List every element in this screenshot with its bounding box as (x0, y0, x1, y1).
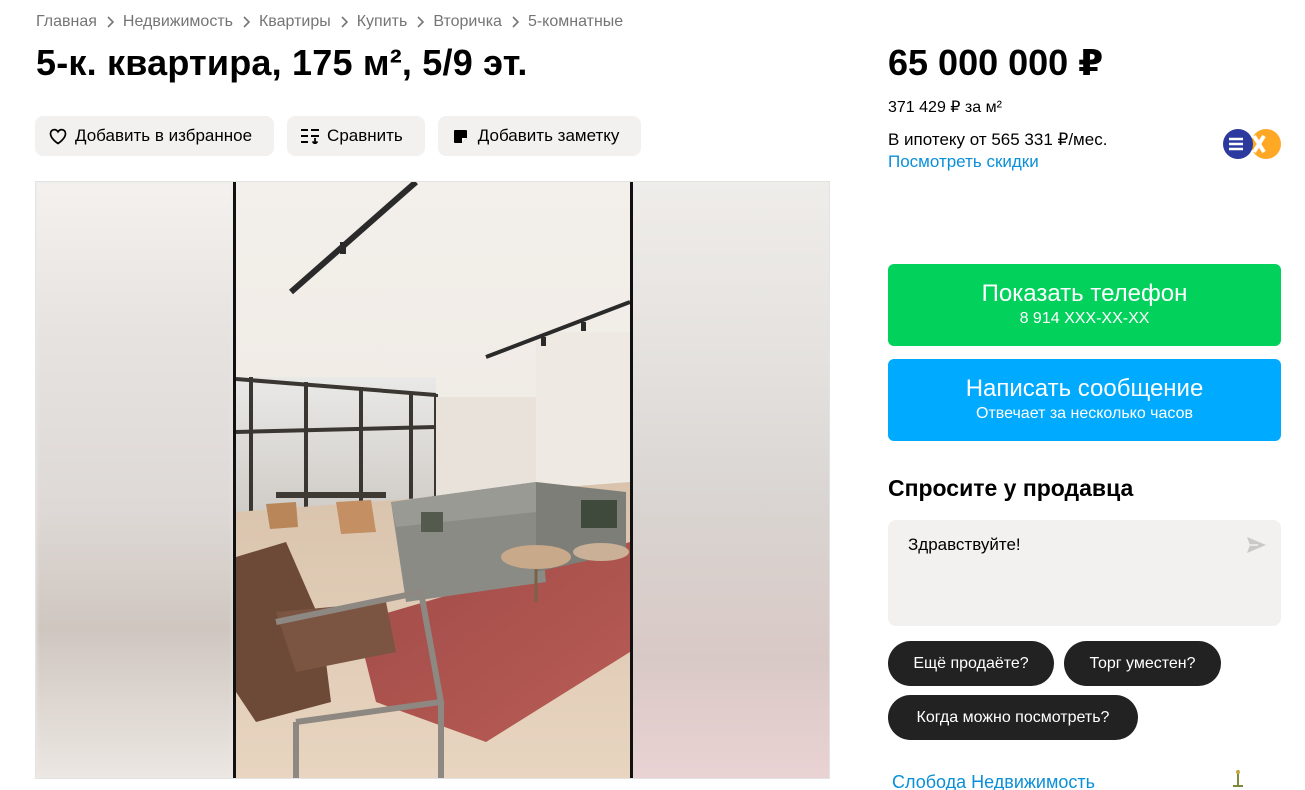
add-favorite-label: Добавить в избранное (75, 126, 253, 145)
listing-actions: Добавить в избранное Сравнить Добавить з… (35, 116, 642, 156)
add-note-label: Добавить заметку (477, 126, 620, 145)
write-message-label: Написать сообщение (965, 375, 1204, 402)
page-title: 5-к. квартира, 175 м², 5/9 эт. (36, 42, 528, 83)
seller-name-link[interactable]: Слобода Недвижимость (892, 772, 1095, 790)
ask-seller-title: Спросите у продавца (888, 475, 1134, 501)
quick-question-still-selling[interactable]: Ещё продаёте? (888, 641, 1054, 686)
photo-gallery[interactable] (35, 181, 830, 779)
breadcrumb-buy[interactable]: Купить (357, 13, 408, 31)
gallery-next-preview[interactable] (632, 182, 829, 778)
breadcrumb-5-rooms[interactable]: 5-комнатные (528, 13, 623, 31)
show-phone-button[interactable]: Показать телефон 8 914 XXX-XX-XX (888, 264, 1281, 346)
price: 65 000 000 ₽ (888, 42, 1104, 83)
show-phone-label: Показать телефон (981, 280, 1188, 307)
main-photo[interactable] (233, 182, 633, 778)
bank-logo-icon[interactable] (1222, 128, 1282, 160)
breadcrumb-secondary[interactable]: Вторичка (433, 13, 502, 31)
seller-logo[interactable] (1228, 768, 1278, 790)
living-room-photo (236, 182, 630, 778)
chevron-right-icon (340, 16, 348, 28)
heart-icon (48, 126, 68, 146)
quick-question-bargain[interactable]: Торг уместен? (1064, 641, 1221, 686)
ask-seller-box (888, 520, 1281, 626)
note-icon (451, 126, 471, 146)
compare-button[interactable]: Сравнить (287, 116, 425, 156)
mortgage-info: В ипотеку от 565 331 ₽/мес. (888, 130, 1108, 149)
breadcrumb-home[interactable]: Главная (36, 13, 97, 31)
breadcrumb-realty[interactable]: Недвижимость (123, 13, 233, 31)
view-discounts-link[interactable]: Посмотреть скидки (888, 152, 1039, 172)
masked-phone-number: 8 914 XXX-XX-XX (1019, 310, 1150, 327)
chevron-right-icon (416, 16, 425, 28)
ask-seller-input[interactable] (888, 520, 1281, 626)
compare-icon (300, 126, 320, 146)
write-message-button[interactable]: Написать сообщение Отвечает за несколько… (888, 359, 1281, 441)
chevron-right-icon (242, 16, 250, 28)
chevron-right-icon (106, 16, 114, 28)
response-time-label: Отвечает за несколько часов (976, 405, 1193, 422)
quick-question-viewing[interactable]: Когда можно посмотреть? (888, 695, 1138, 740)
breadcrumb-apartments[interactable]: Квартиры (259, 13, 331, 31)
chevron-right-icon (511, 16, 519, 28)
breadcrumb: Главная Недвижимость Квартиры Купить Вто… (36, 13, 623, 31)
send-icon[interactable] (1245, 534, 1267, 556)
add-favorite-button[interactable]: Добавить в избранное (35, 116, 275, 156)
add-note-button[interactable]: Добавить заметку (437, 116, 642, 156)
price-per-meter: 371 429 ₽ за м² (888, 99, 1002, 116)
gallery-prev-preview[interactable] (36, 182, 233, 778)
compare-label: Сравнить (327, 126, 403, 145)
